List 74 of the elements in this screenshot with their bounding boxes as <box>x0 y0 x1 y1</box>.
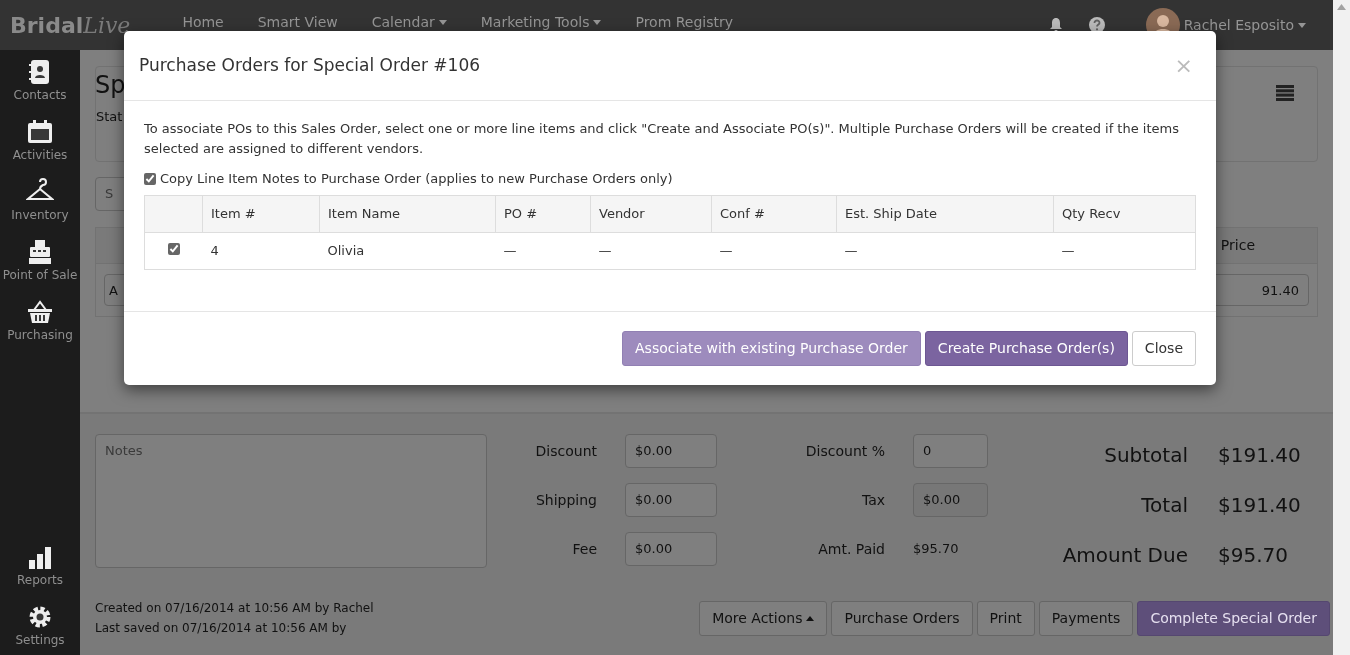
logo-script-text[interactable]: Live <box>83 8 131 42</box>
modal-button[interactable]: Associate with existing Purchase Order <box>622 331 921 366</box>
field-label: Discount % <box>804 441 885 461</box>
modal-title: Purchase Orders for Special Order #106 <box>139 53 480 77</box>
notes-field[interactable]: Notes <box>95 434 487 568</box>
caret-icon <box>593 19 602 25</box>
calendar-icon <box>26 118 54 146</box>
table-cell: — <box>1053 232 1196 269</box>
sidebar-item[interactable]: Contacts <box>0 50 80 110</box>
sidebar-item[interactable]: Settings <box>0 595 80 655</box>
sidebar-item[interactable]: Point of Sale <box>0 230 80 290</box>
table-cell: — <box>711 232 837 269</box>
column-header: Est. Ship Date <box>836 195 1054 232</box>
modal-button[interactable]: Close <box>1131 331 1196 366</box>
caret-icon <box>438 19 447 25</box>
checkbox[interactable] <box>144 172 156 185</box>
action-button[interactable]: More Actions <box>699 600 828 636</box>
amount-field[interactable]: $0.00 <box>625 532 717 566</box>
checkbox-label: Copy Line Item Notes to Purchase Order (applies to new Purchase Orders only) <box>160 170 673 188</box>
page-title: Sp <box>95 73 126 97</box>
audit-text: Last saved on 07/16/2014 at 10:56 AM by <box>95 620 348 637</box>
sidebar-item[interactable]: Inventory <box>0 170 80 230</box>
nav-link[interactable]: Calendar <box>359 11 459 33</box>
amount-field[interactable]: $0.00 <box>625 434 717 468</box>
table-cell: — <box>495 232 591 269</box>
action-button[interactable]: Complete Special Order <box>1137 600 1330 636</box>
column-header: Conf # <box>711 195 837 232</box>
sidebar-item[interactable]: Activities <box>0 110 80 170</box>
row-checkbox[interactable] <box>167 242 180 255</box>
amount-field[interactable]: $0.00 <box>625 483 717 517</box>
audit-text: Created on 07/16/2014 at 10:56 AM by Rachel <box>95 600 374 617</box>
table-cell: 4 <box>202 232 320 269</box>
sidebar-item[interactable]: Purchasing <box>0 290 80 350</box>
nav-link[interactable]: Marketing Tools <box>468 11 614 33</box>
column-header: PO # <box>495 195 591 232</box>
column-header: Price <box>1220 236 1255 255</box>
nav-link[interactable]: Smart View <box>245 11 350 33</box>
menu-icon[interactable] <box>1276 85 1294 101</box>
field-label: Fee <box>571 539 597 559</box>
amount-field[interactable]: 0 <box>913 434 988 468</box>
nav-link[interactable]: Home <box>170 11 236 33</box>
table-cell: — <box>836 232 1054 269</box>
basket-icon <box>26 298 54 326</box>
table-cell: Olivia <box>319 232 496 269</box>
total-value: $95.70 <box>1218 542 1289 569</box>
total-value: $191.40 <box>1218 442 1302 469</box>
status-text: Stat <box>96 108 124 126</box>
column-header: Item Name <box>319 195 496 232</box>
field-label: Tax <box>860 490 885 510</box>
column-header: Item # <box>202 195 320 232</box>
amount-text: $95.70 <box>913 540 960 559</box>
action-button[interactable]: Purchase Orders <box>831 600 973 636</box>
table-cell: — <box>590 232 712 269</box>
caret-icon <box>1298 22 1306 28</box>
nav-link[interactable]: Prom Registry <box>623 11 746 33</box>
total-value: $191.40 <box>1218 492 1302 519</box>
action-button[interactable]: Payments <box>1038 600 1134 636</box>
caret-icon <box>806 616 815 621</box>
logo-text[interactable]: Bridal <box>10 8 84 42</box>
action-button[interactable]: Print <box>976 600 1035 636</box>
field-label: Discount <box>534 441 597 461</box>
sidebar-item[interactable]: Reports <box>0 535 80 595</box>
total-label: Amount Due <box>1062 542 1188 569</box>
column-header: Qty Recv <box>1053 195 1196 232</box>
cash-register-icon <box>26 238 54 266</box>
field-label: Amt. Paid <box>817 539 885 559</box>
modal-button[interactable]: Create Purchase Order(s) <box>924 331 1128 366</box>
column-header: Vendor <box>590 195 712 232</box>
total-label: Subtotal <box>1103 442 1188 469</box>
instructions-text: To associate POs to this Sales Order, select one or more line items and click "Create and Associate PO(s)". Multiple Purchase Orders will be created if the items selected are assigned to different vendors. <box>144 120 1180 158</box>
field-label: Shipping <box>534 490 597 510</box>
scrollbar[interactable] <box>1333 0 1350 655</box>
total-label: Total <box>1140 492 1188 519</box>
amount-field: $0.00 <box>913 483 988 517</box>
